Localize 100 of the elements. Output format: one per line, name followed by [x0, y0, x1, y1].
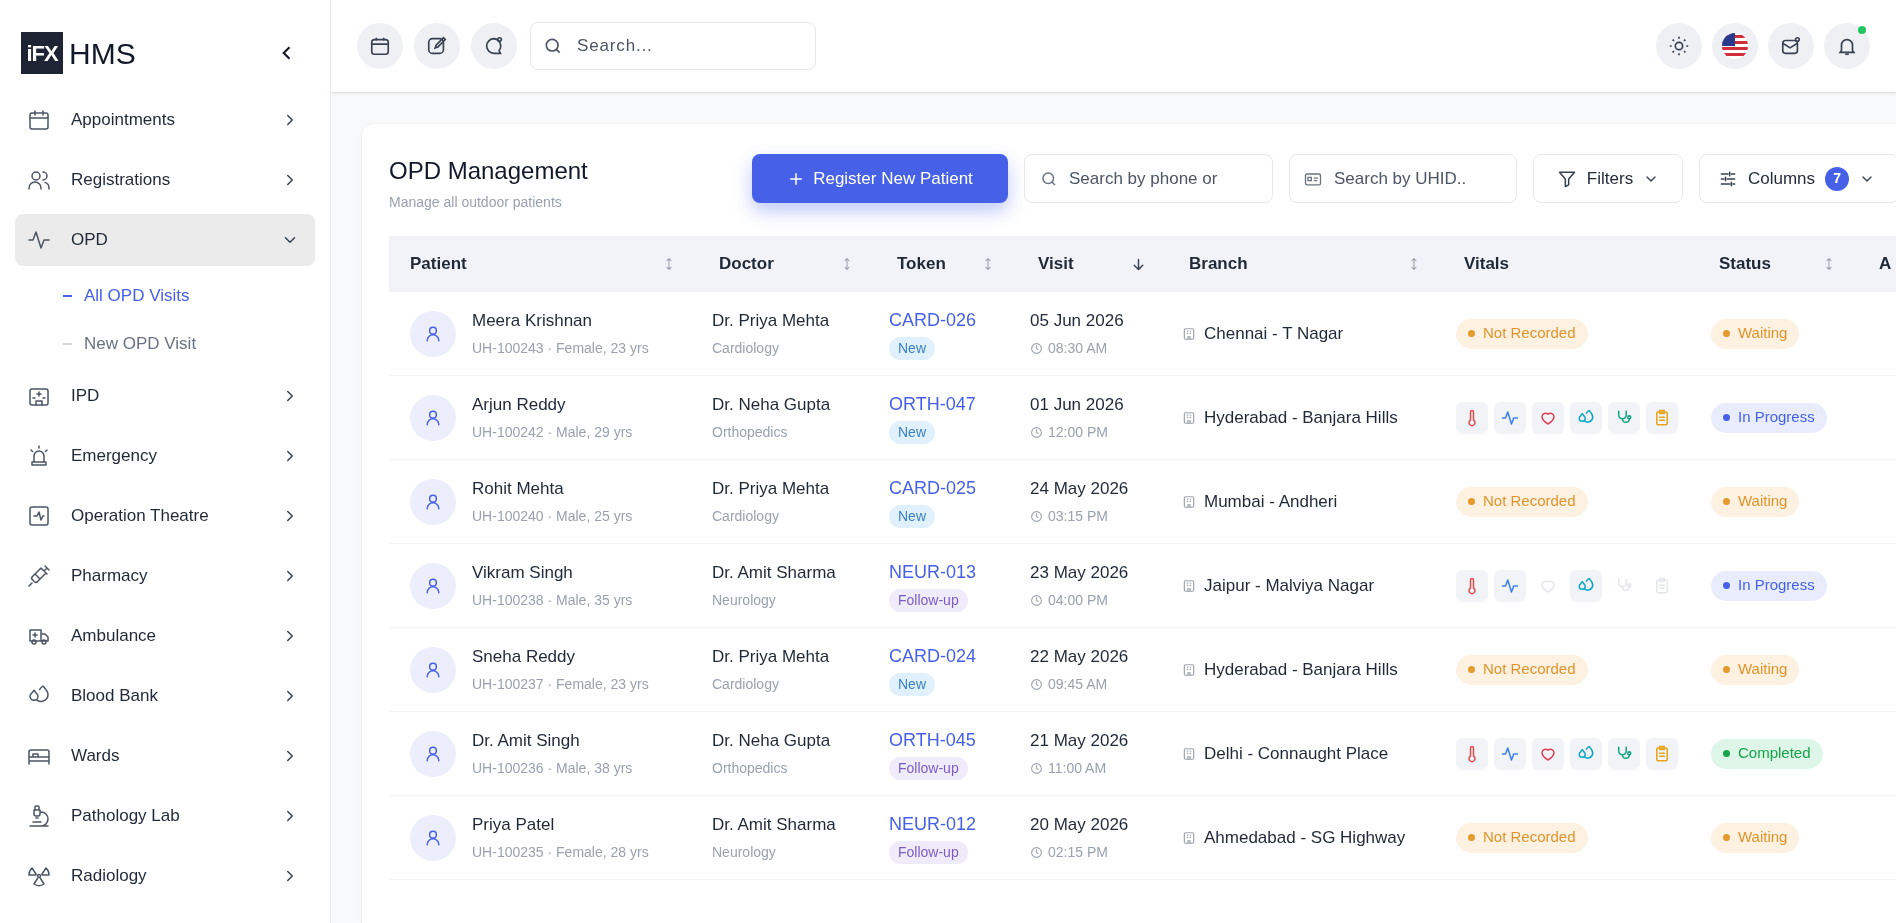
- nav-item[interactable]: Pharmacy: [15, 550, 315, 602]
- users-icon: [27, 168, 51, 192]
- mail-button[interactable]: [1768, 23, 1814, 69]
- chat-icon: [483, 35, 505, 57]
- patient-name[interactable]: Vikram Singh: [472, 560, 633, 586]
- branch-name: Hyderabad - Banjara Hills: [1204, 406, 1398, 429]
- patient-info: UH-100238 · Male, 35 yrs: [472, 590, 633, 610]
- nav-item[interactable]: Wards: [15, 730, 315, 782]
- branch-name: Ahmedabad - SG Highway: [1204, 826, 1406, 849]
- token-link[interactable]: ORTH-045: [889, 727, 976, 754]
- visit-time: 02:15 PM: [1048, 842, 1108, 862]
- mail-icon: [1780, 35, 1802, 57]
- patient-name[interactable]: Meera Krishnan: [472, 308, 649, 334]
- building-icon: [1182, 746, 1196, 761]
- visit-date: 20 May 2026: [1030, 814, 1130, 837]
- building-icon: [1182, 578, 1196, 593]
- nav-item[interactable]: Emergency: [15, 430, 315, 482]
- nav-item[interactable]: IPD: [15, 370, 315, 422]
- chat-button[interactable]: [471, 23, 517, 69]
- column-header[interactable]: Token: [876, 236, 1017, 292]
- column-header[interactable]: Doctor: [698, 236, 876, 292]
- patient-name[interactable]: Arjun Reddy: [472, 392, 633, 418]
- flag-icon: [1722, 33, 1748, 59]
- filters-button[interactable]: Filters: [1533, 154, 1683, 203]
- calendar-icon: [369, 35, 391, 57]
- nav-item[interactable]: Registrations: [15, 154, 315, 206]
- nav-item[interactable]: Appointments: [15, 94, 315, 146]
- app-name: HMS: [69, 35, 136, 72]
- nav-item[interactable]: Ambulance: [15, 610, 315, 662]
- token-link[interactable]: CARD-024: [889, 643, 977, 670]
- doctor-name: Dr. Priya Mehta: [712, 478, 831, 501]
- token-link[interactable]: ORTH-047: [889, 391, 976, 418]
- notification-button[interactable]: [1824, 23, 1870, 69]
- column-header: A: [1878, 253, 1893, 276]
- nav-item[interactable]: Radiology: [15, 850, 315, 902]
- doctor-name: Dr. Neha Gupta: [712, 394, 832, 417]
- column-header[interactable]: Branch: [1168, 236, 1443, 292]
- visit-type-tag: New: [889, 505, 935, 528]
- token-link[interactable]: NEUR-013: [889, 559, 977, 586]
- building-icon: [1182, 662, 1196, 677]
- building-icon: [1182, 410, 1196, 425]
- patient-info: UH-100242 · Male, 29 yrs: [472, 422, 633, 442]
- visit-type-tag: Follow-up: [889, 841, 968, 864]
- department: Cardiology: [712, 506, 780, 526]
- department: Cardiology: [712, 674, 780, 694]
- pulse-icon: [27, 228, 51, 252]
- status-badge: Waiting: [1711, 486, 1800, 517]
- department: Orthopedics: [712, 422, 789, 442]
- page-title: OPD Management: [389, 156, 589, 186]
- patient-name[interactable]: Dr. Amit Singh: [472, 728, 633, 754]
- search-field[interactable]: Search...: [530, 22, 816, 70]
- doctor-name: Dr. Priya Mehta: [712, 310, 831, 333]
- logo-mark: iFX: [21, 32, 63, 74]
- branch-name: Mumbai - Andheri: [1204, 490, 1338, 513]
- visit-date: 22 May 2026: [1030, 646, 1130, 669]
- phone-search-field[interactable]: Search by phone or: [1024, 154, 1273, 203]
- column-header[interactable]: Visit: [1017, 236, 1168, 292]
- patient-info: UH-100236 · Male, 38 yrs: [472, 758, 633, 778]
- clock-icon: [1030, 425, 1043, 439]
- patient-name[interactable]: Rohit Mehta: [472, 476, 633, 502]
- visit-time: 03:15 PM: [1048, 506, 1108, 526]
- nav-item[interactable]: Operation Theatre: [15, 490, 315, 542]
- register-patient-button[interactable]: Register New Patient: [752, 154, 1008, 203]
- visit-type-tag: Follow-up: [889, 757, 968, 780]
- column-header[interactable]: Status: [1698, 236, 1858, 292]
- uhid-search-field[interactable]: Search by UHID..: [1289, 154, 1517, 203]
- visit-type-tag: New: [889, 337, 935, 360]
- visit-date: 05 Jun 2026: [1030, 310, 1125, 333]
- branch-name: Chennai - T Nagar: [1204, 322, 1344, 345]
- dash-icon: [63, 343, 72, 345]
- visit-type-tag: Follow-up: [889, 589, 968, 612]
- theme-button[interactable]: [1656, 23, 1702, 69]
- language-button[interactable]: [1712, 23, 1758, 69]
- column-header[interactable]: Patient: [389, 236, 698, 292]
- department: Neurology: [712, 842, 777, 862]
- edit-icon: [426, 35, 448, 57]
- clock-icon: [1030, 509, 1043, 523]
- vitals-badge: Not Recorded: [1456, 654, 1588, 685]
- sun-icon: [1668, 35, 1690, 57]
- token-link[interactable]: NEUR-012: [889, 811, 977, 838]
- column-header: Vitals: [1463, 253, 1511, 276]
- edit-button[interactable]: [414, 23, 460, 69]
- token-link[interactable]: CARD-025: [889, 475, 977, 502]
- patient-name[interactable]: Priya Patel: [472, 812, 649, 838]
- siren-icon: [27, 444, 51, 468]
- token-link[interactable]: CARD-026: [889, 307, 977, 334]
- nav-item[interactable]: OPD: [15, 214, 315, 266]
- count-badge: 7: [1825, 166, 1850, 191]
- doctor-name: Dr. Amit Sharma: [712, 562, 837, 585]
- patient-name[interactable]: Sneha Reddy: [472, 644, 649, 670]
- department: Cardiology: [712, 338, 780, 358]
- nav-item[interactable]: Pathology Lab: [15, 790, 315, 842]
- visit-time: 11:00 AM: [1048, 758, 1107, 778]
- clock-icon: [1030, 845, 1043, 859]
- vitals-badge: Not Recorded: [1456, 486, 1588, 517]
- patient-info: UH-100235 · Female, 28 yrs: [472, 842, 649, 862]
- dash-icon: [63, 295, 72, 297]
- nav-item[interactable]: Blood Bank: [15, 670, 315, 722]
- clock-icon: [1030, 341, 1043, 355]
- calendar-button[interactable]: [357, 23, 403, 69]
